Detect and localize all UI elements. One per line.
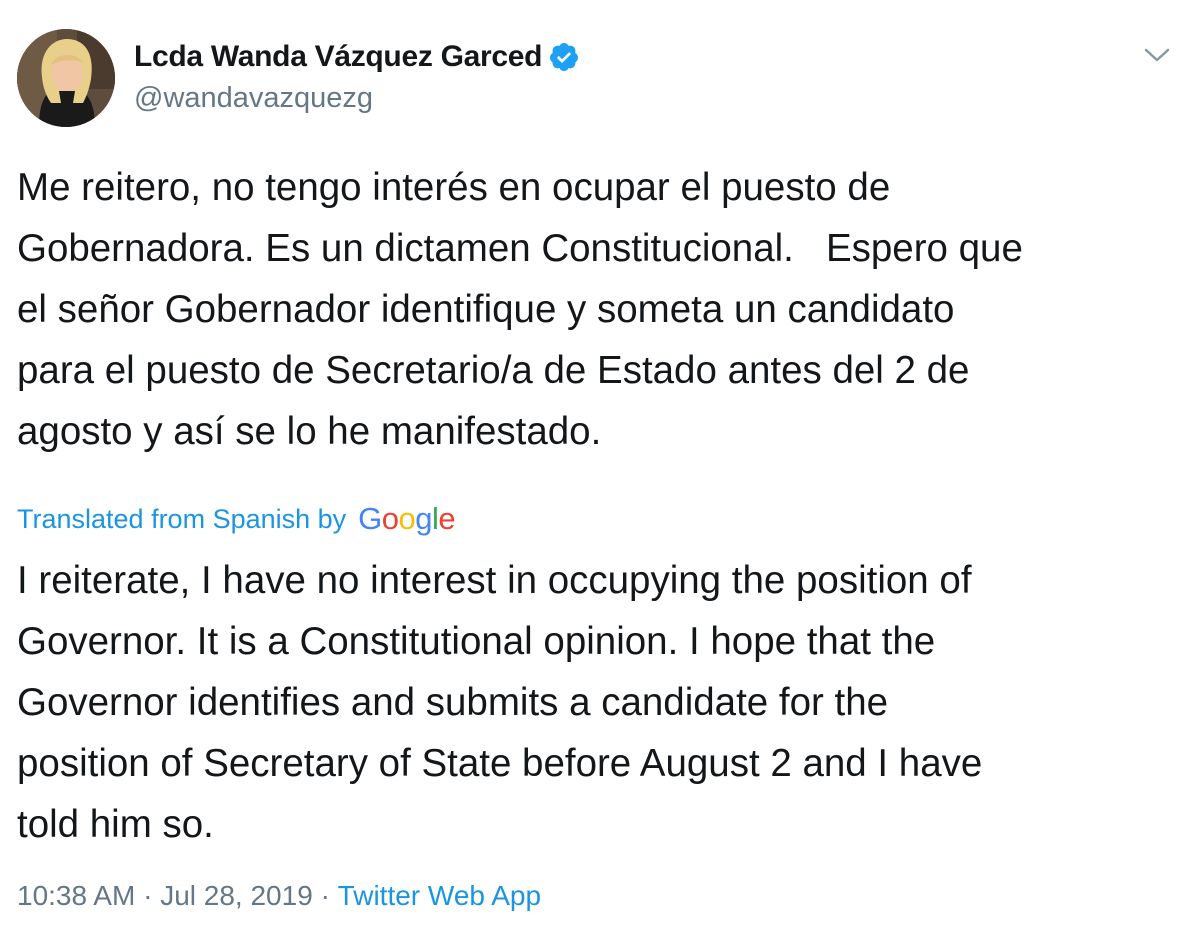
- separator: [152, 880, 160, 912]
- chevron-down-icon: [1144, 48, 1170, 62]
- translated-tweet-text: I reiterate, I have no interest in occup…: [17, 559, 983, 846]
- translation-attribution: Translated from Spanish by Google: [17, 499, 456, 539]
- separator: [313, 880, 321, 912]
- separator: [135, 880, 143, 912]
- separator: [330, 880, 338, 912]
- separator-dot: ·: [143, 880, 153, 911]
- display-name[interactable]: Lcda Wanda Vázquez Garced: [134, 40, 542, 74]
- avatar[interactable]: [17, 29, 115, 127]
- tweet-date[interactable]: Jul 28, 2019: [160, 880, 313, 912]
- tweet-source-link[interactable]: Twitter Web App: [338, 880, 541, 912]
- tweet-metadata: 10:38 AM · Jul 28, 2019 · Twitter Web Ap…: [17, 880, 541, 912]
- profile-photo-icon: [17, 29, 115, 127]
- google-logo: Google: [358, 501, 456, 536]
- display-name-row: Lcda Wanda Vázquez Garced: [134, 38, 580, 76]
- user-header: Lcda Wanda Vázquez Garced @wandavazquezg: [134, 38, 580, 115]
- tweet-text: Me reitero, no tengo interés en ocupar e…: [17, 166, 1023, 453]
- verified-badge-icon: [548, 41, 580, 73]
- translated-from-link[interactable]: Translated from Spanish by: [17, 504, 346, 535]
- user-handle[interactable]: @wandavazquezg: [134, 82, 580, 115]
- tweet-menu-button[interactable]: [1140, 40, 1174, 70]
- separator-dot: ·: [320, 880, 330, 911]
- tweet-time[interactable]: 10:38 AM: [17, 880, 135, 912]
- tweet-card: Lcda Wanda Vázquez Garced @wandavazquezg…: [0, 0, 1188, 942]
